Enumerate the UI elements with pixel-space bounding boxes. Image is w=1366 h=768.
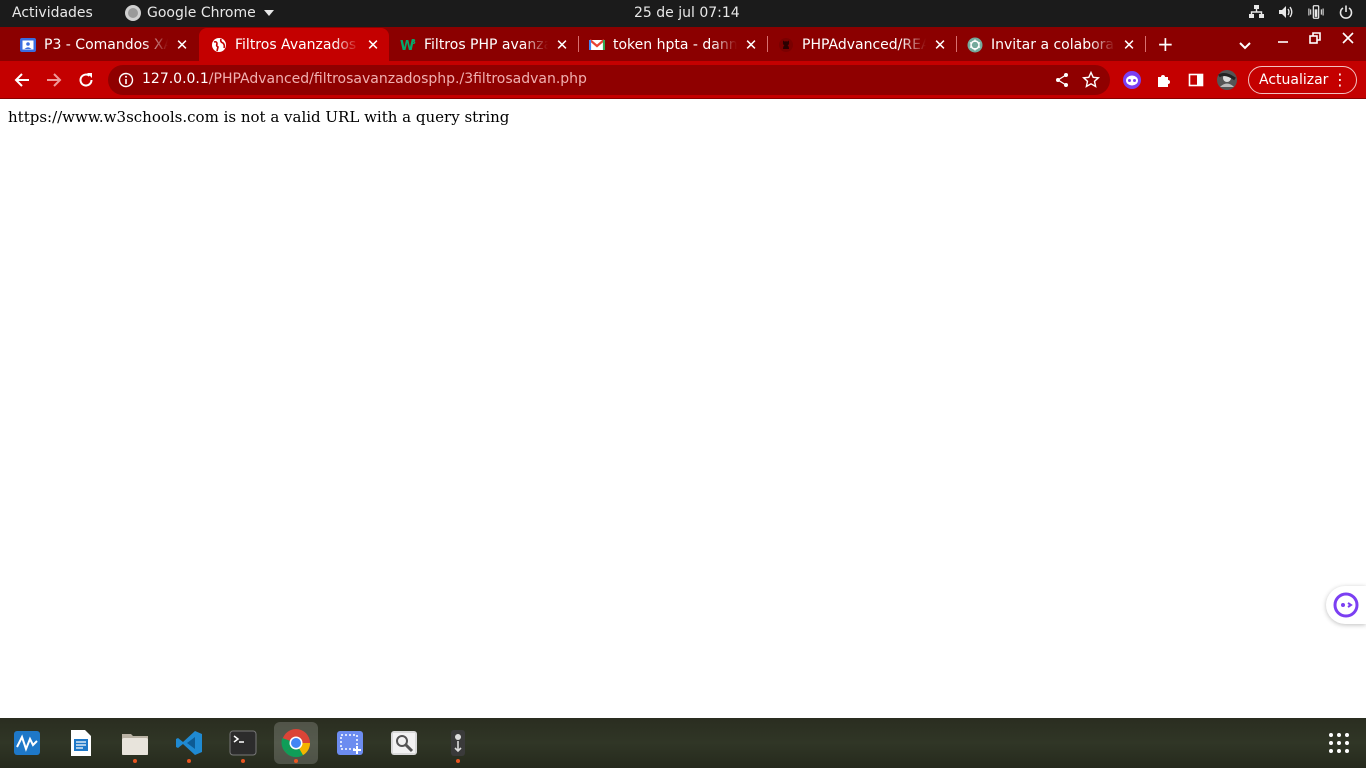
dock-vscode[interactable] [167,722,211,764]
volume-icon [1278,4,1294,20]
dock-libreoffice-writer[interactable] [59,722,103,764]
dock-usb-creator[interactable] [436,722,480,764]
clock[interactable]: 25 de jul 07:14 [634,5,740,21]
page-content: https://www.w3schools.com is not a valid… [0,100,1366,718]
usb-creator-icon [451,730,465,756]
tab-separator [1145,36,1146,52]
gnome-top-bar: Actividades Google Chrome 25 de jul 07:1… [0,0,1366,27]
bot-extension-icon[interactable] [1122,70,1142,90]
close-window-button[interactable] [1338,32,1358,48]
tab-separator [578,36,579,52]
extensions-puzzle-icon[interactable] [1154,70,1174,90]
terminal-icon [229,730,257,756]
github-icon [778,37,794,53]
tab-title: P3 - Comandos XAMPP [44,36,168,53]
tab-comandos-xampp[interactable]: P3 - Comandos XAMPP ✕ [0,28,198,61]
bookmark-star-icon[interactable] [1081,70,1101,93]
validation-message: https://www.w3schools.com is not a valid… [8,108,510,126]
tab-filtros-avanzados[interactable]: Filtros Avanzados ✕ [199,28,389,61]
dock-screenshot[interactable] [328,722,372,764]
url-text[interactable]: 127.0.0.1/PHPAdvanced/filtrosavanzadosph… [142,71,587,87]
running-indicator [187,759,191,763]
update-button[interactable]: Actualizar ⋮ [1248,66,1357,94]
back-arrow-icon[interactable] [12,70,32,90]
minimize-button[interactable] [1273,32,1293,48]
assistant-bot-icon [1333,592,1359,618]
reload-icon[interactable] [76,70,96,90]
forward-arrow-icon[interactable] [44,70,64,90]
new-tab-button[interactable]: + [1157,32,1174,56]
running-indicator [133,759,137,763]
close-icon[interactable]: ✕ [363,36,383,54]
dock-chrome[interactable] [274,722,318,764]
dock-terminal[interactable] [221,722,265,764]
svg-text:3: 3 [411,38,416,46]
chatgpt-icon [967,37,983,53]
vscode-icon [176,731,202,755]
files-icon [122,734,148,755]
network-icon [1248,4,1264,20]
address-bar[interactable]: 127.0.0.1/PHPAdvanced/filtrosavanzadosph… [108,65,1110,95]
app-menu-label: Google Chrome [147,5,256,21]
tab-token-gmail[interactable]: token hpta - danny ✕ [579,28,767,61]
gmail-icon [589,37,605,53]
tab-title: Invitar a colaboradores [991,36,1115,53]
tab-title: token hpta - danny [613,36,737,53]
tab-title: PHPAdvanced/README [802,36,926,53]
tab-search-chevron-icon[interactable] [1238,36,1252,55]
browser-toolbar: 127.0.0.1/PHPAdvanced/filtrosavanzadosph… [0,61,1366,99]
tab-separator [956,36,957,52]
chrome-icon [125,5,141,21]
activities-button[interactable]: Actividades [12,5,93,21]
google-classroom-icon [20,37,36,53]
dock-files[interactable] [113,722,157,764]
update-label: Actualizar [1259,72,1329,88]
running-indicator [294,759,298,763]
close-icon[interactable]: ✕ [552,36,572,54]
tab-invitar-colaboradores[interactable]: Invitar a colaboradores ✕ [957,28,1145,61]
app-menu[interactable]: Google Chrome [125,5,274,21]
restore-button[interactable] [1305,32,1325,48]
system-monitor-icon [14,731,40,755]
more-menu-icon[interactable]: ⋮ [1332,70,1348,89]
side-panel-icon[interactable] [1186,70,1206,90]
tab-filtros-php[interactable]: W3 Filtros PHP avanzados ✕ [390,28,578,61]
url-host: 127.0.0.1 [142,71,209,87]
dock-image-viewer[interactable] [382,722,426,764]
tab-phpadvanced-github[interactable]: PHPAdvanced/README ✕ [768,28,956,61]
system-tray[interactable] [1248,4,1354,20]
dock-system-monitor[interactable] [5,722,49,764]
globe-icon [211,37,227,53]
caret-down-icon [263,10,274,16]
close-icon[interactable]: ✕ [1119,36,1139,54]
close-icon[interactable]: ✕ [172,36,192,54]
share-icon[interactable] [1054,72,1070,92]
w3schools-icon: W3 [400,37,416,53]
running-indicator [456,759,460,763]
tab-title: Filtros PHP avanzados [424,36,548,53]
dock [0,718,1366,768]
tab-separator [767,36,768,52]
show-applications-grid-icon[interactable] [1328,732,1350,758]
tab-strip: P3 - Comandos XAMPP ✕ Filtros Avanzados … [0,27,1366,61]
libreoffice-writer-icon [71,730,91,756]
avatar[interactable] [1217,70,1237,90]
url-path: /PHPAdvanced/filtrosavanzadosphp./3filtr… [208,71,587,87]
site-info-icon[interactable] [118,72,134,88]
tab-title: Filtros Avanzados [235,36,357,53]
power-icon [1338,4,1354,20]
battery-icon [1308,4,1324,20]
floating-assistant-button[interactable] [1326,586,1366,624]
screenshot-icon [337,731,363,755]
chrome-icon [281,729,310,758]
close-icon[interactable]: ✕ [930,36,950,54]
running-indicator [241,759,245,763]
close-icon[interactable]: ✕ [741,36,761,54]
image-viewer-icon [391,731,417,755]
